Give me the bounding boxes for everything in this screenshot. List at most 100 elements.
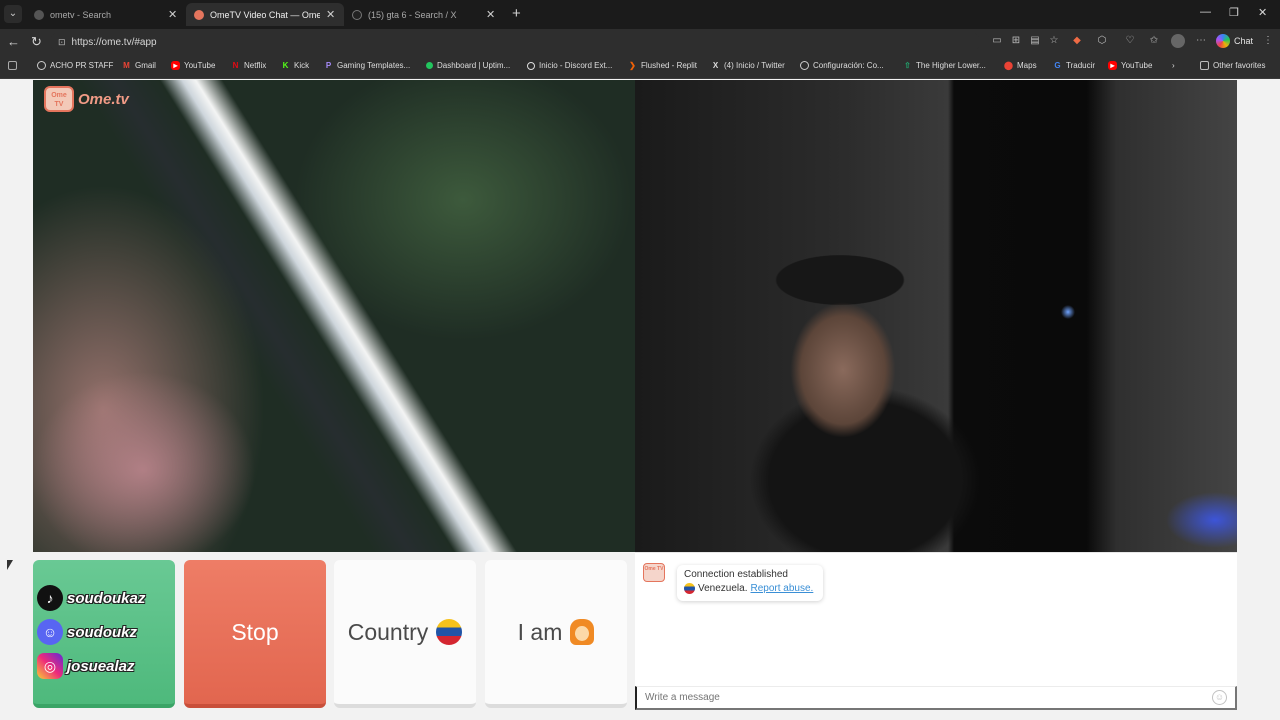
more-menu-icon[interactable]: ⋯ [1195,35,1207,47]
bookmark-netflix[interactable]: N Netflix [231,61,267,70]
ometv-logo[interactable]: Ome TV Ome.tv [44,86,129,112]
back-icon[interactable]: ← [7,34,20,49]
site-info-icon[interactable]: ⊡ [58,37,66,48]
bookmark-label: Maps [1017,61,1037,70]
bookmark-label: Flushed - Replit [641,61,698,70]
tab-title: ometv - Search [50,9,112,20]
stranger-video [33,80,635,552]
bookmark-label: Traducir [1066,61,1096,70]
bookmark-youtube-2[interactable]: ▸ YouTube [1108,61,1152,70]
message-input[interactable] [635,686,1237,710]
bookmark-acho-pr-staff[interactable]: ACHO PR STAFF [37,61,113,70]
bookmark-label: Kick [294,61,310,70]
bookmark-kick[interactable]: K Kick [281,61,310,70]
tab-ometv-search[interactable]: ometv - Search ✕ [26,3,186,26]
youtube-icon: ▸ [171,61,180,70]
maps-icon: ⬤ [1004,61,1013,70]
ometv-chat-avatar-icon: Ome TV [643,563,665,582]
bookmark-label: YouTube [184,61,216,70]
mouse-cursor-icon [7,560,13,570]
bookmark-discord-ext[interactable]: Inicio - Discord Ext... [527,61,612,70]
bookmark-label: Dashboard | Uptim... [437,61,511,70]
bookmark-dashboard-uptime[interactable]: Dashboard | Uptim... [426,61,510,70]
reading-mode-icon[interactable]: ▤ [1029,35,1041,47]
bookmark-youtube[interactable]: ▸ YouTube [171,61,215,70]
social-handles-panel: ♪ soudoukaz ☺ soudoukz ◎ josuealaz [33,560,175,708]
iam-label: I am [517,618,563,645]
sidebar-toggle-icon[interactable] [8,61,17,70]
tab-ometv-video-chat[interactable]: OmeTV Video Chat — Omegle ✕ [186,3,344,26]
bookmark-twitter[interactable]: X (4) Inicio / Twitter [711,61,785,70]
address-bar[interactable]: ⊡ https://ome.tv/#app [50,32,980,52]
restore-icon[interactable]: ❐ [1229,6,1239,19]
extension-fire-icon[interactable]: ◆ [1071,35,1083,47]
stop-label: Stop [231,618,279,645]
social-discord: ☺ soudoukz [37,619,137,645]
copilot-chat-button[interactable]: Chat [1216,34,1253,48]
kick-icon: K [282,61,289,70]
close-icon[interactable]: ✕ [168,8,178,21]
netflix-icon: N [232,61,239,70]
bookmark-label: YouTube [1121,61,1153,70]
minimize-icon[interactable]: — [1200,6,1211,18]
logo-text: Ome.tv [78,90,129,108]
bookmark-label: ACHO PR STAFF [50,61,114,70]
app-available-icon[interactable]: ⊞ [1010,35,1022,47]
bookmark-traducir[interactable]: G Traducir [1053,61,1095,70]
gmail-icon: M [123,61,130,70]
youtube-icon: ▸ [1108,61,1117,70]
translate-icon: G [1054,61,1061,70]
bookmark-gaming-templates[interactable]: P Gaming Templates... [324,61,410,70]
bookmark-label: (4) Inicio / Twitter [724,61,785,70]
bookmark-label: Configuración: Co... [813,61,884,70]
report-abuse-link[interactable]: Report abuse. [751,583,814,594]
tab-title: (15) gta 6 - Search / X [368,9,457,20]
tv-logo-icon: Ome TV [44,86,74,112]
favorite-star-icon[interactable]: ☆ [1048,35,1060,47]
chevron-right-icon[interactable]: › [1172,61,1175,70]
browser-essentials-icon[interactable]: ♡ [1124,35,1136,47]
social-handle: soudoukaz [67,589,146,607]
globe-icon [800,61,809,70]
emoji-icon[interactable]: ☺ [1212,690,1227,705]
discord-icon [527,61,535,70]
new-tab-button[interactable]: + [512,5,521,22]
bookmark-higher-lower[interactable]: ⇧ The Higher Lower... [903,61,986,70]
country-button[interactable]: Country [334,560,476,708]
x-icon: X [712,61,719,70]
bookmark-gmail[interactable]: M Gmail [122,61,156,70]
ometv-favicon-icon [194,9,204,20]
extension-icon[interactable]: ⬡ [1096,35,1108,47]
close-window-icon[interactable]: ✕ [1258,6,1267,19]
other-favorites[interactable]: Other favorites [1200,61,1265,70]
arrow-icon: ⇧ [904,61,911,70]
profile-avatar-icon[interactable] [1171,34,1185,48]
bookmark-maps[interactable]: ⬤ Maps [1004,61,1037,70]
stop-button[interactable]: Stop [184,560,326,708]
bookmark-configuracion[interactable]: Configuración: Co... [800,61,884,70]
x-favicon-icon [352,9,362,20]
country-label: Country [347,618,429,645]
social-tiktok: ♪ soudoukaz [37,585,145,611]
close-icon[interactable]: ✕ [326,8,336,21]
favorites-icon[interactable]: ✩ [1148,35,1160,47]
tab-x-search[interactable]: (15) gta 6 - Search / X ✕ [344,3,504,26]
bookmark-label: Gaming Templates... [337,61,411,70]
venezuela-flag-icon [684,583,695,594]
discord-icon: ☺ [37,619,63,645]
chat-button-label: Chat [1234,36,1254,46]
other-favorites-label: Other favorites [1213,61,1266,70]
tab-actions-button[interactable]: ⌄ [4,5,22,23]
bookmark-replit[interactable]: ❯ Flushed - Replit [628,61,697,70]
refresh-icon[interactable]: ↻ [31,34,42,50]
stranger-country: Venezuela. [698,583,748,594]
close-icon[interactable]: ✕ [486,8,496,21]
gender-button[interactable]: I am [485,560,627,708]
favorites-bar: ACHO PR STAFF M Gmail ▸ YouTube N Netflix K… [0,55,1280,79]
replit-icon: ❯ [629,61,636,70]
folder-icon [1200,61,1209,70]
camera-icon[interactable]: ▭ [991,35,1003,47]
chat-panel: Ome TV Connection established Venezuela.… [635,552,1237,710]
more-options-icon[interactable]: ⋮ [1262,35,1274,47]
search-favicon-icon [34,9,44,20]
